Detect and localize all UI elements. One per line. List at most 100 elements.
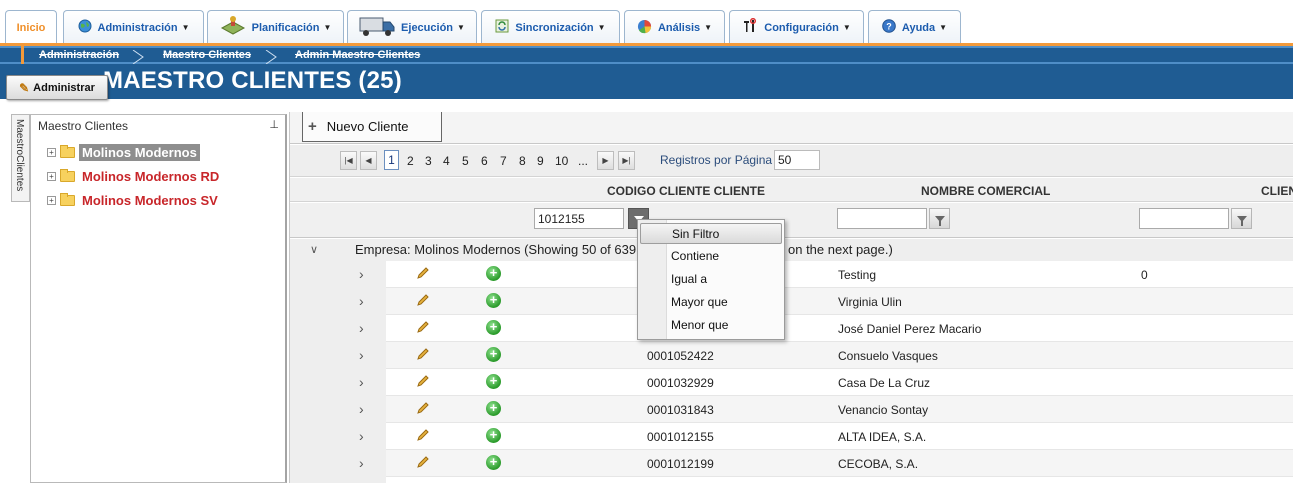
- last-page-button[interactable]: ▶|: [618, 151, 635, 170]
- chevron-down-icon: ▼: [457, 23, 465, 32]
- add-icon[interactable]: +: [486, 266, 501, 281]
- tree-node[interactable]: + Molinos Modernos SV: [47, 190, 221, 210]
- tab-analisis[interactable]: Análisis ▼: [624, 10, 725, 44]
- page-number[interactable]: 10: [555, 154, 568, 168]
- group-label: Empresa: Molinos Modernos (Showing 50 of…: [355, 242, 637, 257]
- nombre-filter-button[interactable]: [929, 208, 950, 229]
- plus-icon: +: [308, 118, 317, 135]
- breadcrumb-item[interactable]: Maestro Clientes: [163, 49, 251, 61]
- tree-node[interactable]: + Molinos Modernos: [47, 142, 200, 162]
- add-icon[interactable]: +: [486, 428, 501, 443]
- codigo-filter-input[interactable]: 1012155: [534, 208, 624, 229]
- chevron-right-icon[interactable]: ›: [359, 266, 364, 282]
- add-icon[interactable]: +: [486, 374, 501, 389]
- column-header-cliente[interactable]: CLIEN: [1261, 184, 1293, 198]
- cliente-filter-input[interactable]: [1139, 208, 1229, 229]
- edit-icon[interactable]: [416, 374, 430, 388]
- page-number[interactable]: 7: [500, 154, 507, 168]
- tree-node-label[interactable]: Molinos Modernos SV: [79, 192, 221, 209]
- chevron-right-icon[interactable]: ›: [359, 293, 364, 309]
- group-row[interactable]: ∨ Empresa: Molinos Modernos (Showing 50 …: [290, 239, 1293, 261]
- tab-configuracion[interactable]: Configuración ▼: [729, 10, 864, 44]
- next-page-button[interactable]: ▶: [597, 151, 614, 170]
- page-number[interactable]: 3: [425, 154, 432, 168]
- add-icon[interactable]: +: [486, 293, 501, 308]
- tab-label: Ayuda: [901, 21, 936, 34]
- page-number[interactable]: 5: [462, 154, 469, 168]
- tab-ayuda[interactable]: ? Ayuda ▼: [868, 10, 961, 44]
- menu-item-contiene[interactable]: Contiene: [640, 246, 782, 267]
- tab-sincronizacion[interactable]: Sincronización ▼: [481, 10, 620, 44]
- globe-icon: [78, 19, 92, 36]
- page-ellipsis[interactable]: ...: [578, 154, 588, 168]
- tree-node[interactable]: + Molinos Modernos RD: [47, 166, 222, 186]
- chevron-down-icon[interactable]: ∨: [310, 243, 318, 256]
- page-number[interactable]: 9: [537, 154, 544, 168]
- column-header-nombre[interactable]: NOMBRE COMERCIAL: [921, 184, 1050, 198]
- edit-icon[interactable]: [416, 266, 430, 280]
- administrar-button[interactable]: ✎ Administrar: [6, 75, 108, 100]
- tab-administracion[interactable]: Administración ▼: [63, 10, 204, 44]
- column-header-row: CODIGO CLIENTE CLIENTE NOMBRE COMERCIAL …: [290, 178, 1293, 202]
- menu-item-igual-a[interactable]: Igual a: [640, 269, 782, 290]
- tab-planificacion[interactable]: Planificación ▼: [207, 10, 344, 44]
- chevron-right-icon[interactable]: ›: [359, 347, 364, 363]
- menu-item-menor-que[interactable]: Menor que: [640, 315, 782, 336]
- cell-codigo: 0001032929: [647, 376, 714, 390]
- page-number-current[interactable]: 1: [384, 150, 399, 170]
- first-page-button[interactable]: |◀: [340, 151, 357, 170]
- page-number[interactable]: 4: [443, 154, 450, 168]
- edit-icon[interactable]: [416, 320, 430, 334]
- chevron-right-icon[interactable]: ›: [359, 455, 364, 471]
- menu-item-mayor-que[interactable]: Mayor que: [640, 292, 782, 313]
- column-header-codigo[interactable]: CODIGO CLIENTE CLIENTE: [607, 184, 765, 198]
- table-row[interactable]: › + Testing 0: [359, 261, 1293, 288]
- tab-label: Ejecución: [401, 21, 454, 34]
- chevron-right-icon[interactable]: ›: [359, 401, 364, 417]
- records-per-page-select[interactable]: 50: [774, 150, 820, 170]
- edit-icon[interactable]: [416, 293, 430, 307]
- breadcrumb-item[interactable]: Administración: [39, 49, 119, 61]
- table-row[interactable]: › + 0001031843 Venancio Sontay: [359, 396, 1293, 423]
- cell-codigo: 0001031843: [647, 403, 714, 417]
- side-tab-label: MaestroClientes: [14, 119, 25, 192]
- tab-inicio[interactable]: Inicio: [5, 10, 57, 44]
- page-number[interactable]: 6: [481, 154, 488, 168]
- page-number[interactable]: 8: [519, 154, 526, 168]
- pin-icon[interactable]: ⊥: [269, 118, 279, 131]
- cliente-filter-button[interactable]: [1231, 208, 1252, 229]
- table-row[interactable]: › + 0001032929 Casa De La Cruz: [359, 369, 1293, 396]
- edit-icon[interactable]: [416, 455, 430, 469]
- edit-icon[interactable]: [416, 428, 430, 442]
- expand-icon[interactable]: +: [47, 147, 56, 157]
- cell-codigo: 0001012155: [647, 430, 714, 444]
- cell-codigo: 0001012199: [647, 457, 714, 471]
- nombre-filter-input[interactable]: [837, 208, 927, 229]
- chevron-right-icon[interactable]: ›: [359, 374, 364, 390]
- chevron-right-icon: [265, 50, 277, 64]
- tree-node-label[interactable]: Molinos Modernos: [79, 143, 200, 161]
- add-icon[interactable]: +: [486, 347, 501, 362]
- new-client-button[interactable]: + Nuevo Cliente: [302, 112, 442, 142]
- tab-ejecucion[interactable]: Ejecución ▼: [347, 10, 477, 44]
- add-icon[interactable]: +: [486, 401, 501, 416]
- table-row[interactable]: › + Virginia Ulin: [359, 288, 1293, 315]
- table-row[interactable]: › + 0001052422 Consuelo Vasques: [359, 342, 1293, 369]
- expand-icon[interactable]: +: [47, 171, 56, 181]
- prev-page-button[interactable]: ◀: [360, 151, 377, 170]
- add-icon[interactable]: +: [486, 320, 501, 335]
- edit-icon[interactable]: [416, 347, 430, 361]
- menu-item-sin-filtro[interactable]: Sin Filtro: [640, 223, 782, 244]
- expand-icon[interactable]: +: [47, 195, 56, 205]
- chevron-right-icon[interactable]: ›: [359, 320, 364, 336]
- page-number[interactable]: 2: [407, 154, 414, 168]
- tab-label: Sincronización: [515, 21, 594, 34]
- table-row[interactable]: › + José Daniel Perez Macario: [359, 315, 1293, 342]
- side-tab-maestro-clientes[interactable]: MaestroClientes: [11, 114, 30, 202]
- table-row[interactable]: › + 0001012155 ALTA IDEA, S.A.: [359, 423, 1293, 450]
- chevron-right-icon[interactable]: ›: [359, 428, 364, 444]
- tree-node-label[interactable]: Molinos Modernos RD: [79, 168, 222, 185]
- add-icon[interactable]: +: [486, 455, 501, 470]
- table-row[interactable]: › + 0001012199 CECOBA, S.A.: [359, 450, 1293, 477]
- edit-icon[interactable]: [416, 401, 430, 415]
